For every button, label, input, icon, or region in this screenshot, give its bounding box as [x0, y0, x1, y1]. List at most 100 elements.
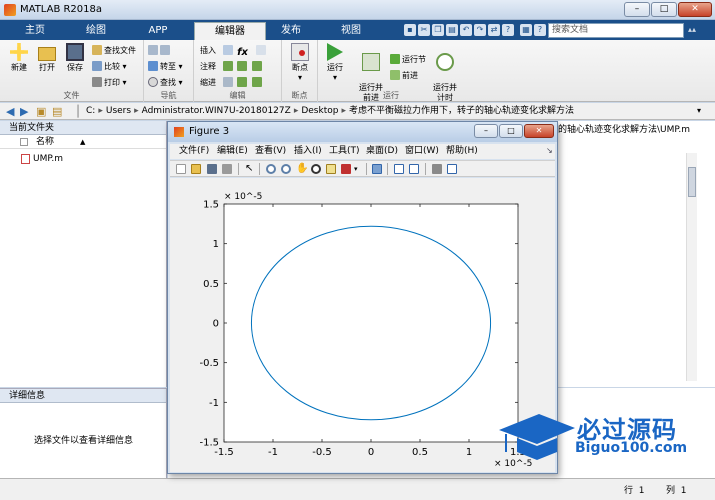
new-figure-icon[interactable] [176, 164, 186, 174]
figure-minimize-button[interactable]: – [474, 124, 498, 138]
back-forward-buttons[interactable] [148, 45, 172, 57]
menu-window[interactable]: 窗口(W) [405, 146, 439, 157]
print-button[interactable]: 打印 ▾ [92, 77, 127, 89]
goto-button[interactable]: 转至 ▾ [148, 61, 183, 73]
menu-insert[interactable]: 插入(I) [294, 146, 322, 157]
wrap-comment-icon [237, 61, 248, 71]
pan-icon[interactable]: ✋ [296, 164, 308, 174]
paste-quick-icon[interactable]: ▤ [446, 24, 458, 36]
maximize-button[interactable]: □ [651, 2, 677, 17]
matlab-logo-icon [4, 4, 16, 16]
fx-icon: fx [237, 47, 248, 58]
cut-quick-icon[interactable]: ✂ [418, 24, 430, 36]
data-cursor-icon[interactable] [326, 164, 336, 174]
breakpoints-button[interactable]: 断点 ▾ [287, 43, 313, 83]
breadcrumb-item[interactable]: 考虑不平衡磁拉力作用下，转子的轴心轨迹变化求解方法 [349, 106, 574, 116]
file-item-ump[interactable]: UMP.m [0, 152, 166, 166]
new-button[interactable]: 新建 [6, 43, 32, 73]
save-figure-icon[interactable] [207, 164, 217, 174]
insert-legend-icon[interactable] [409, 164, 419, 174]
comment-button[interactable]: 注释 [200, 61, 264, 73]
name-column-header[interactable]: 名称 ▲ [0, 135, 166, 149]
breadcrumb-item[interactable]: Administrator.WIN7U-20180127Z [142, 106, 291, 116]
help-quick-icon[interactable]: ? [502, 24, 514, 36]
run-section-button[interactable]: 运行节 [390, 54, 426, 66]
menu-file[interactable]: 文件(F) [179, 146, 209, 157]
save-quick-icon[interactable]: ▪ [404, 24, 416, 36]
brush-dropdown-icon[interactable]: ▾ [354, 164, 364, 174]
forward-icon [160, 45, 170, 55]
tab-view[interactable]: 视图 [324, 22, 378, 40]
zoom-in-icon[interactable] [266, 164, 276, 174]
copy-quick-icon[interactable]: ❐ [432, 24, 444, 36]
tab-editor[interactable]: 编辑器 [194, 22, 266, 40]
rotate-3d-icon[interactable] [311, 164, 321, 174]
hide-plot-tools-icon[interactable] [432, 164, 442, 174]
new-label: 新建 [11, 63, 27, 72]
path-dropdown-icon[interactable]: ▾ [697, 106, 701, 115]
close-button[interactable]: ✕ [678, 2, 712, 17]
tab-home[interactable]: 主页 [8, 22, 62, 40]
breadcrumb-separator[interactable]: ▸ [98, 106, 103, 116]
editor-file-tab[interactable]: 的轴心轨迹变化求解方法\UMP.m [558, 124, 715, 136]
compare-button[interactable]: 比较 ▾ [92, 61, 127, 73]
menu-edit[interactable]: 编辑(E) [217, 146, 248, 157]
find-button[interactable]: 查找 ▾ [148, 77, 183, 89]
zoom-out-icon[interactable] [281, 164, 291, 174]
graduation-cap-logo-icon [499, 414, 575, 460]
breadcrumb-item[interactable]: Users [106, 106, 131, 116]
up-folder-icon[interactable]: ▣ [36, 105, 46, 118]
back-icon [148, 45, 158, 55]
search-documentation-input[interactable]: 搜索文档 [548, 23, 684, 38]
breadcrumb-item[interactable]: Desktop [301, 106, 338, 116]
breadcrumb-separator[interactable]: ▸ [134, 106, 139, 116]
menu-help[interactable]: 帮助(H) [446, 146, 478, 157]
menu-desktop[interactable]: 桌面(D) [366, 146, 398, 157]
print-figure-icon[interactable] [222, 164, 232, 174]
figure-close-button[interactable]: ✕ [524, 124, 554, 138]
indent-button[interactable]: 缩进 [200, 77, 264, 89]
back-arrow-icon[interactable]: ◀ [6, 105, 14, 118]
tab-plots[interactable]: 绘图 [68, 22, 124, 40]
menu-tools[interactable]: 工具(T) [329, 146, 360, 157]
help-circle-icon[interactable]: ? [534, 24, 546, 36]
open-label: 打开 [39, 63, 55, 72]
figure-title-bar[interactable]: Figure 3 – □ ✕ [168, 122, 557, 142]
edit-plot-icon[interactable]: ↖ [245, 164, 255, 174]
run-button[interactable]: 运行 ▾ [322, 43, 348, 83]
y-tick-label: -1 [209, 398, 219, 409]
breadcrumb-separator[interactable]: ▸ [341, 106, 346, 116]
dock-figure-icon[interactable]: ↘ [546, 146, 553, 155]
scrollbar-thumb[interactable] [688, 167, 696, 197]
undo-quick-icon[interactable]: ↶ [460, 24, 472, 36]
menu-view[interactable]: 查看(V) [255, 146, 286, 157]
insert-button[interactable]: 插入 fx [200, 45, 268, 58]
brush-icon[interactable] [341, 164, 351, 174]
forward-arrow-icon[interactable]: ▶ [20, 105, 28, 118]
breadcrumb-item[interactable]: C: [86, 106, 95, 116]
collapse-toolstrip-icon[interactable]: ▴▴ [688, 24, 712, 36]
breadcrumb-separator[interactable]: ▸ [294, 106, 299, 116]
redo-quick-icon[interactable]: ↷ [474, 24, 486, 36]
select-all-checkbox[interactable] [20, 138, 28, 146]
tab-publish[interactable]: 发布 [264, 22, 318, 40]
line-indicator: 行 1 [624, 486, 645, 496]
layout-quick-icon[interactable]: ▦ [520, 24, 532, 36]
tab-apps[interactable]: APP [130, 22, 186, 40]
insert-colorbar-icon[interactable] [394, 164, 404, 174]
find-files-button[interactable]: 查找文件 [92, 45, 136, 57]
switch-windows-icon[interactable]: ⇄ [488, 24, 500, 36]
save-button[interactable]: 保存 [62, 43, 88, 73]
advance-button[interactable]: 前进 [390, 70, 418, 82]
comment-icon [222, 61, 233, 71]
open-file-icon[interactable] [191, 164, 201, 174]
open-button[interactable]: 打开 [34, 43, 60, 73]
show-plot-tools-icon[interactable] [447, 164, 457, 174]
figure-maximize-button[interactable]: □ [499, 124, 523, 138]
editor-scrollbar[interactable] [686, 153, 697, 381]
minimize-button[interactable]: – [624, 2, 650, 17]
file-section: 新建 打开 保存 查找文件 比较 ▾ 打印 ▾ 文件 [0, 40, 144, 102]
browse-folder-icon[interactable]: ▤ [52, 105, 62, 118]
run-icon [327, 43, 343, 61]
link-plot-icon[interactable] [372, 164, 382, 174]
